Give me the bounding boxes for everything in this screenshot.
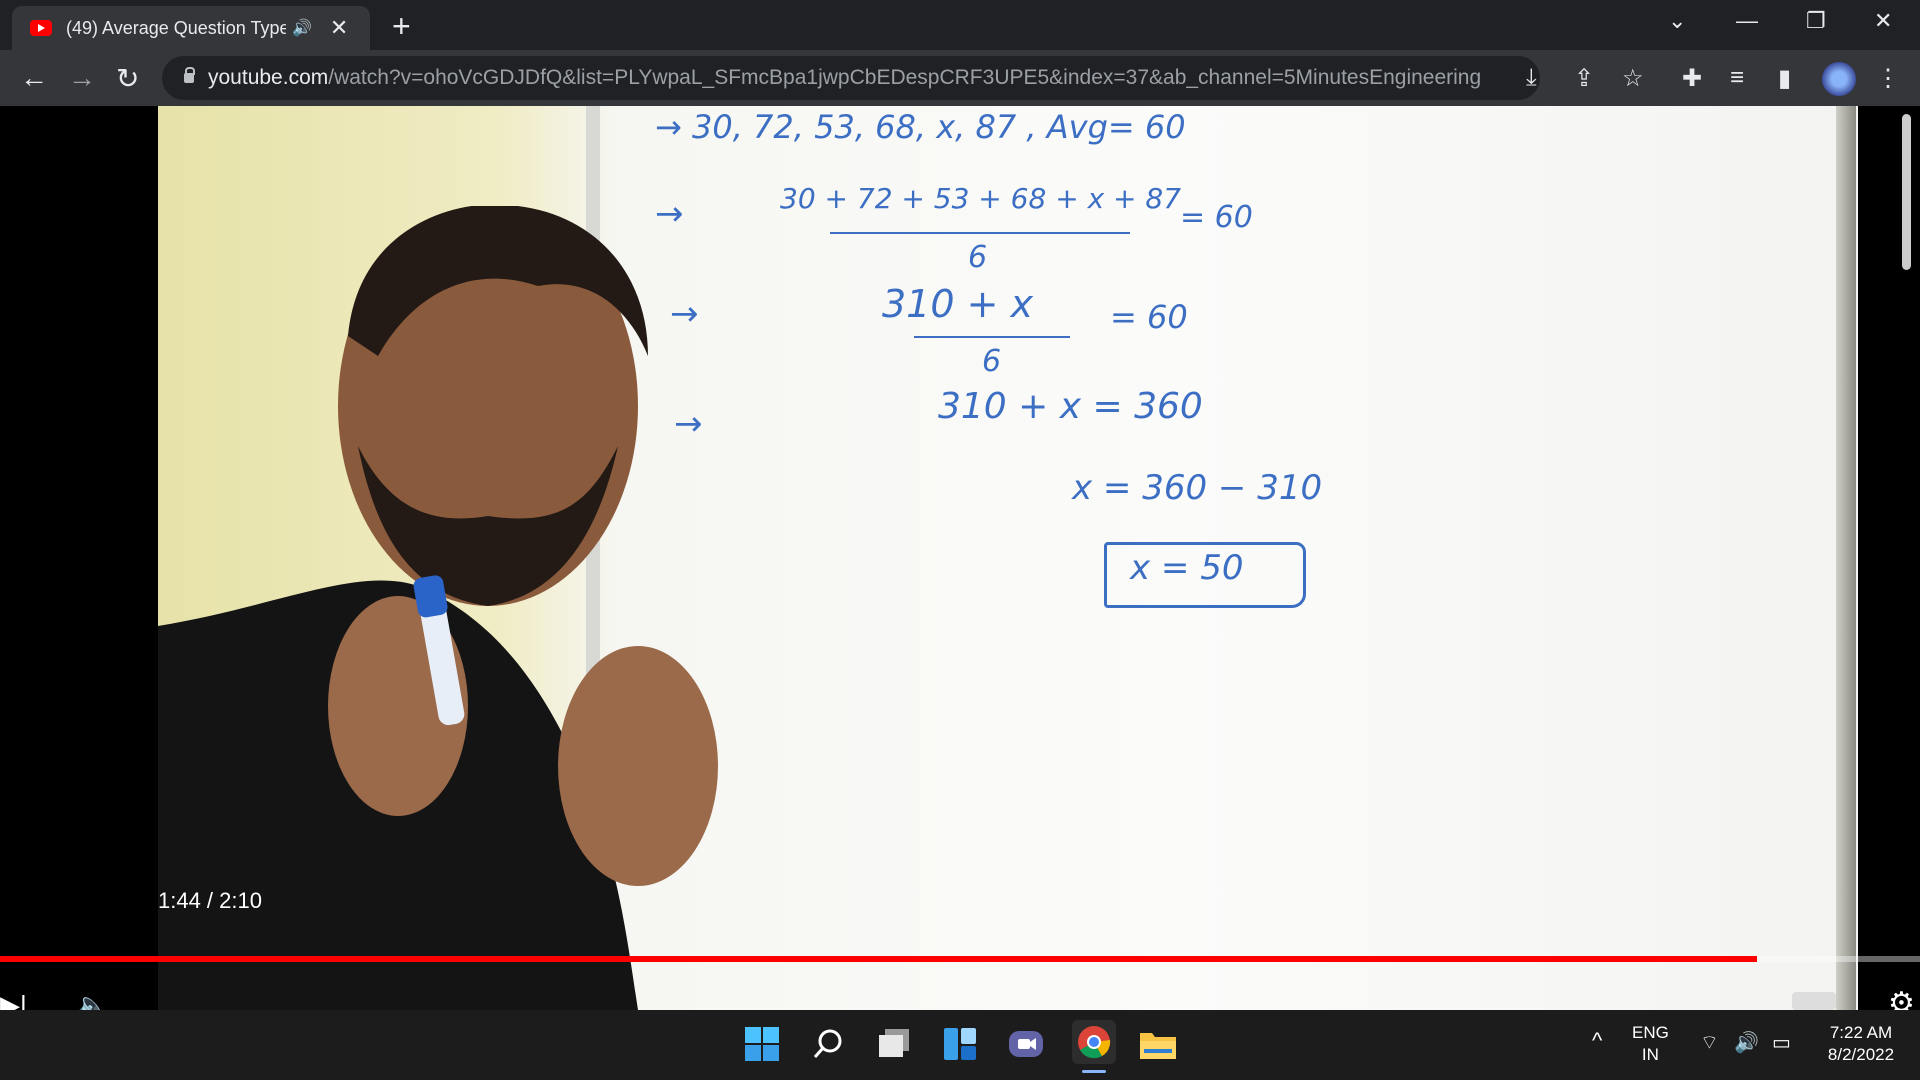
settings-gear-icon[interactable]: ⚙: [1888, 986, 1915, 1010]
lock-icon[interactable]: [184, 67, 195, 83]
show-hidden-icons-icon[interactable]: ^: [1592, 1030, 1602, 1052]
browser-toolbar: ← → ↻ youtube.com/watch?v=ohoVcGDJDfQ&li…: [0, 50, 1920, 106]
close-tab-icon[interactable]: ✕: [330, 15, 348, 41]
menu-icon[interactable]: ⋮: [1876, 64, 1900, 93]
bookmark-star-icon[interactable]: ☆: [1622, 64, 1644, 93]
video-player[interactable]: → 30, 72, 53, 68, x, 87 , Avg= 60 → 30 +…: [0, 106, 1920, 1010]
wifi-icon[interactable]: ⌔: [1700, 1032, 1719, 1054]
url-text[interactable]: youtube.com/watch?v=ohoVcGDJDfQ&list=PLY…: [208, 66, 1481, 90]
line3-numerator: 310 + x: [882, 282, 1034, 326]
volume-tray-icon[interactable]: 🔊: [1734, 1032, 1759, 1054]
extensions-icon[interactable]: ✚: [1682, 64, 1702, 93]
profile-avatar[interactable]: [1822, 62, 1856, 96]
teams-chat-icon[interactable]: [1006, 1024, 1046, 1064]
url-path: /watch?v=ohoVcGDJDfQ&list=PLYwpaL_SFmcBp…: [328, 66, 1482, 89]
file-explorer-icon[interactable]: [1138, 1024, 1178, 1064]
answer-text: x = 50: [1130, 548, 1244, 588]
line2-rhs: = 60: [1180, 200, 1253, 235]
back-button[interactable]: ←: [20, 62, 48, 94]
region-code: IN: [1641, 1045, 1659, 1064]
install-icon[interactable]: ⤓: [1526, 64, 1537, 92]
side-panel-icon[interactable]: ▮: [1778, 64, 1791, 93]
whiteboard-line-1: → 30, 72, 53, 68, x, 87 , Avg= 60: [655, 108, 1186, 146]
language-indicator[interactable]: ENG IN: [1632, 1022, 1669, 1066]
subtitles-toggle[interactable]: [1792, 992, 1836, 1010]
tab-search-icon[interactable]: ⌄: [1668, 8, 1686, 34]
close-window-button[interactable]: ✕: [1874, 8, 1892, 34]
browser-tab[interactable]: (49) Average Question Type 🔊 ✕: [12, 6, 370, 50]
new-tab-button[interactable]: +: [392, 8, 411, 45]
language-code: ENG: [1632, 1023, 1669, 1042]
volume-icon[interactable]: 🔈: [76, 990, 108, 1010]
line2-denominator: 6: [968, 240, 988, 275]
speaker-icon[interactable]: 🔊: [292, 18, 312, 38]
start-windows-icon[interactable]: [742, 1024, 782, 1064]
chrome-taskbar-icon[interactable]: [1072, 1020, 1116, 1064]
clock-time: 7:22 AM: [1829, 1023, 1893, 1042]
line2-numerator: 30 + 72 + 53 + 68 + x + 87: [780, 182, 1182, 215]
minimize-button[interactable]: —: [1736, 8, 1758, 34]
tab-strip: (49) Average Question Type 🔊 ✕ + ⌄ — ❐ ✕: [0, 0, 1920, 50]
whiteboard-line-5: x = 360 − 310: [1072, 468, 1323, 508]
line3-denominator: 6: [982, 344, 1002, 379]
reload-button[interactable]: ↻: [116, 62, 139, 95]
media-control-icon[interactable]: ≡: [1730, 64, 1744, 92]
clock[interactable]: 7:22 AM 8/2/2022: [1812, 1022, 1910, 1066]
progress-played[interactable]: [0, 956, 1757, 962]
fraction-bar-1: [830, 232, 1130, 234]
whiteboard-frame: [1836, 106, 1856, 1010]
time-display: 1:44 / 2:10: [158, 888, 262, 913]
line3-rhs: = 60: [1110, 298, 1188, 336]
url-host: youtube.com: [208, 66, 329, 89]
whiteboard-line-4: 310 + x = 360: [938, 386, 1203, 427]
active-app-indicator: [1082, 1070, 1106, 1073]
widgets-icon[interactable]: [940, 1024, 980, 1064]
next-icon[interactable]: ▶|: [0, 990, 27, 1010]
battery-icon[interactable]: ▭: [1772, 1032, 1791, 1054]
share-icon[interactable]: ⇪: [1574, 64, 1594, 93]
youtube-favicon-icon: [30, 20, 52, 36]
search-icon[interactable]: [808, 1024, 848, 1064]
tab-title: (49) Average Question Type: [66, 17, 286, 38]
restore-button[interactable]: ❐: [1806, 8, 1826, 34]
task-view-icon[interactable]: [874, 1024, 914, 1064]
page-scrollbar[interactable]: [1902, 114, 1911, 270]
address-bar[interactable]: youtube.com/watch?v=ohoVcGDJDfQ&list=PLY…: [162, 56, 1540, 100]
forward-button[interactable]: →: [68, 62, 96, 94]
fraction-bar-2: [914, 336, 1070, 338]
clock-date: 8/2/2022: [1827, 1045, 1895, 1064]
